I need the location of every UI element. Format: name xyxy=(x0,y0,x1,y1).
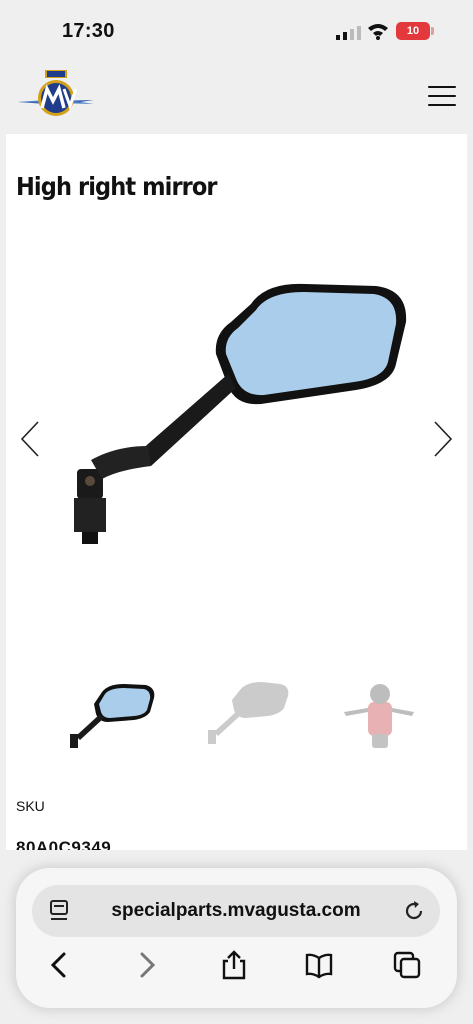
battery-icon: 10 xyxy=(396,22,430,40)
battery-tip xyxy=(431,27,434,35)
site-header xyxy=(0,62,473,134)
chevron-right-icon[interactable] xyxy=(431,419,455,459)
mv-agusta-logo[interactable] xyxy=(16,68,96,128)
chevron-left-icon[interactable] xyxy=(18,419,42,459)
wifi-icon xyxy=(368,24,388,40)
sku-value: 80A0C9349 xyxy=(16,838,112,850)
battery-level: 10 xyxy=(406,25,420,37)
status-time: 17:30 xyxy=(62,20,115,42)
thumbnail-mirror-black[interactable] xyxy=(192,672,302,752)
forward-icon[interactable] xyxy=(132,950,162,980)
share-icon[interactable] xyxy=(219,950,249,980)
product-card: High right mirror SKU 80A0C9349 xyxy=(6,134,467,850)
browser-toolbar: specialparts.mvagusta.com xyxy=(16,868,457,1008)
url-text: specialparts.mvagusta.com xyxy=(111,900,361,921)
bookmarks-icon[interactable] xyxy=(304,950,334,980)
thumbnail-mirror-blue[interactable] xyxy=(54,672,164,752)
cellular-signal-icon xyxy=(336,26,361,40)
mirror-product-image xyxy=(74,283,407,544)
thumbnail-motorcycle[interactable] xyxy=(324,672,434,752)
sku-label: SKU xyxy=(16,798,45,814)
back-icon[interactable] xyxy=(44,950,74,980)
hamburger-menu-icon[interactable] xyxy=(428,86,456,108)
tabs-icon[interactable] xyxy=(392,950,422,980)
reload-icon[interactable] xyxy=(402,899,426,923)
status-bar: 17:30 10 xyxy=(0,0,473,62)
product-title: High right mirror xyxy=(16,172,218,201)
address-bar[interactable]: specialparts.mvagusta.com xyxy=(32,885,440,937)
